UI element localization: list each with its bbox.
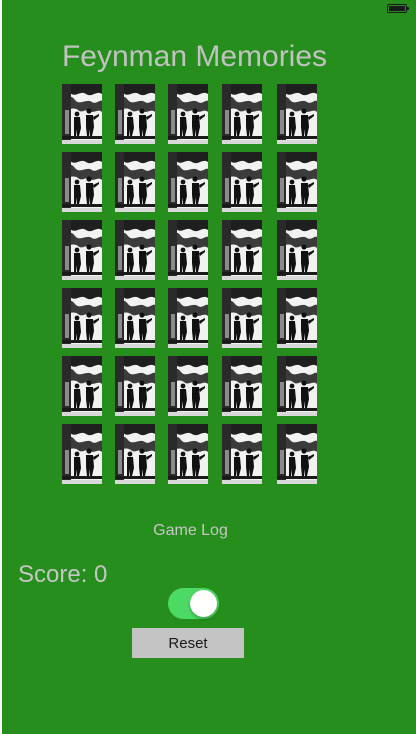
memory-card[interactable] bbox=[168, 356, 208, 416]
feynman-photo-image bbox=[168, 356, 208, 416]
memory-card[interactable] bbox=[115, 152, 155, 212]
memory-card[interactable] bbox=[62, 356, 102, 416]
memory-card[interactable] bbox=[62, 220, 102, 280]
memory-card[interactable] bbox=[222, 84, 262, 144]
feynman-photo-image bbox=[115, 356, 155, 416]
memory-card[interactable] bbox=[62, 288, 102, 348]
memory-card[interactable] bbox=[168, 84, 208, 144]
memory-card[interactable] bbox=[62, 424, 102, 484]
game-screen: Feynman Memories Game Log Score: 0 Reset bbox=[2, 0, 416, 734]
memory-card[interactable] bbox=[222, 356, 262, 416]
battery-icon bbox=[387, 4, 409, 13]
memory-card[interactable] bbox=[62, 152, 102, 212]
memory-card[interactable] bbox=[277, 288, 317, 348]
feynman-photo-image bbox=[62, 152, 102, 212]
status-bar bbox=[2, 0, 416, 18]
memory-card[interactable] bbox=[277, 84, 317, 144]
feynman-photo-image bbox=[62, 220, 102, 280]
feynman-photo-image bbox=[277, 356, 317, 416]
toggle-knob bbox=[190, 590, 217, 617]
memory-card[interactable] bbox=[168, 424, 208, 484]
memory-card[interactable] bbox=[222, 288, 262, 348]
memory-card[interactable] bbox=[115, 424, 155, 484]
feynman-photo-image bbox=[62, 356, 102, 416]
feynman-photo-image bbox=[168, 220, 208, 280]
memory-card[interactable] bbox=[115, 84, 155, 144]
feynman-photo-image bbox=[222, 84, 262, 144]
memory-card[interactable] bbox=[222, 152, 262, 212]
mode-toggle[interactable] bbox=[168, 588, 219, 619]
feynman-photo-image bbox=[222, 288, 262, 348]
feynman-photo-image bbox=[115, 288, 155, 348]
memory-card[interactable] bbox=[115, 220, 155, 280]
feynman-photo-image bbox=[168, 288, 208, 348]
feynman-photo-image bbox=[115, 424, 155, 484]
memory-card[interactable] bbox=[277, 424, 317, 484]
memory-card[interactable] bbox=[168, 152, 208, 212]
memory-card[interactable] bbox=[222, 424, 262, 484]
memory-card[interactable] bbox=[62, 84, 102, 144]
memory-card[interactable] bbox=[222, 220, 262, 280]
memory-card[interactable] bbox=[168, 220, 208, 280]
feynman-photo-image bbox=[168, 84, 208, 144]
feynman-photo-image bbox=[115, 152, 155, 212]
feynman-photo-image bbox=[222, 356, 262, 416]
feynman-photo-image bbox=[277, 84, 317, 144]
feynman-photo-image bbox=[277, 424, 317, 484]
memory-card[interactable] bbox=[115, 356, 155, 416]
memory-card[interactable] bbox=[277, 356, 317, 416]
game-title: Feynman Memories bbox=[61, 40, 328, 73]
feynman-photo-image bbox=[277, 152, 317, 212]
feynman-photo-image bbox=[222, 152, 262, 212]
game-log-label: Game Log bbox=[153, 522, 228, 539]
feynman-photo-image bbox=[168, 424, 208, 484]
feynman-photo-image bbox=[115, 220, 155, 280]
feynman-photo-image bbox=[168, 152, 208, 212]
feynman-photo-image bbox=[222, 220, 262, 280]
feynman-photo-image bbox=[222, 424, 262, 484]
feynman-photo-image bbox=[277, 220, 317, 280]
memory-card[interactable] bbox=[277, 152, 317, 212]
score-label: Score: 0 bbox=[18, 561, 108, 588]
feynman-photo-image bbox=[115, 84, 155, 144]
feynman-photo-image bbox=[62, 84, 102, 144]
memory-card[interactable] bbox=[277, 220, 317, 280]
feynman-photo-image bbox=[62, 288, 102, 348]
feynman-photo-image bbox=[277, 288, 317, 348]
memory-card[interactable] bbox=[115, 288, 155, 348]
feynman-photo-image bbox=[62, 424, 102, 484]
reset-button[interactable]: Reset bbox=[132, 628, 244, 658]
memory-card[interactable] bbox=[168, 288, 208, 348]
